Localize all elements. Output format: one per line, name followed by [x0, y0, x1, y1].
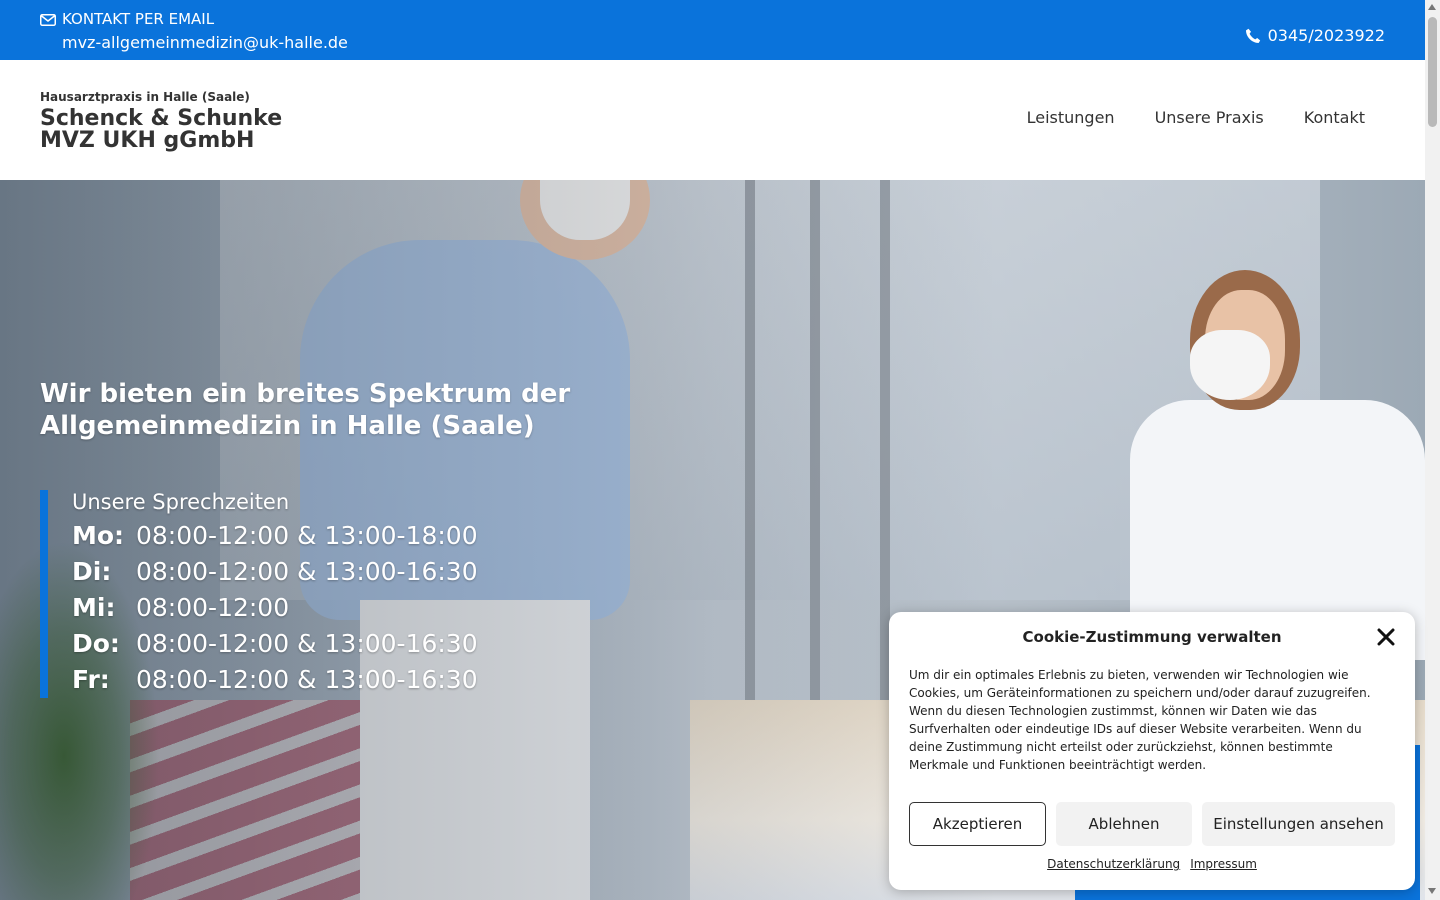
phone-number[interactable]: 0345/2023922 [1268, 26, 1385, 45]
site-logo[interactable]: Hausarztpraxis in Halle (Saale) Schenck … [40, 90, 282, 152]
hours-time: 08:00-12:00 & 13:00-16:30 [136, 665, 478, 694]
cookie-links: Datenschutzerklärung Impressum [889, 857, 1415, 871]
hours-time: 08:00-12:00 & 13:00-16:30 [136, 629, 478, 658]
email-address-link[interactable]: mvz-allgemeinmedizin@uk-halle.de [40, 31, 348, 54]
cookie-buttons: Akzeptieren Ablehnen Einstellungen anseh… [909, 802, 1395, 846]
phone-icon [1245, 28, 1260, 43]
top-contact-bar: KONTAKT PER EMAIL mvz-allgemeinmedizin@u… [0, 0, 1425, 60]
hours-row: Mi: 08:00-12:00 [72, 590, 478, 626]
opening-hours: Unsere Sprechzeiten Mo: 08:00-12:00 & 13… [40, 490, 478, 698]
phone-contact[interactable]: 0345/2023922 [1245, 26, 1385, 45]
hours-day: Mo: [72, 521, 125, 550]
imprint-link[interactable]: Impressum [1190, 857, 1257, 871]
hours-day: Di: [72, 557, 112, 586]
hours-row: Di: 08:00-12:00 & 13:00-16:30 [72, 554, 478, 590]
cookie-settings-button[interactable]: Einstellungen ansehen [1202, 802, 1395, 846]
accept-cookies-button[interactable]: Akzeptieren [909, 802, 1046, 846]
email-label: KONTAKT PER EMAIL [62, 10, 215, 28]
scroll-up-arrow-icon[interactable] [1428, 4, 1436, 10]
nav-item-kontakt[interactable]: Kontakt [1304, 108, 1365, 127]
hours-time: 08:00-12:00 [136, 593, 290, 622]
cookie-consent-dialog: Cookie-Zustimmung verwalten Um dir ein o… [889, 612, 1415, 890]
email-contact[interactable]: KONTAKT PER EMAIL mvz-allgemeinmedizin@u… [40, 8, 348, 54]
hours-day: Do: [72, 629, 120, 658]
deny-cookies-button[interactable]: Ablehnen [1056, 802, 1192, 846]
hours-time: 08:00-12:00 & 13:00-18:00 [136, 521, 478, 550]
nav-item-leistungen[interactable]: Leistungen [1027, 108, 1115, 127]
hours-time: 08:00-12:00 & 13:00-16:30 [136, 557, 478, 586]
envelope-icon [40, 13, 56, 26]
opening-hours-title: Unsere Sprechzeiten [72, 490, 290, 514]
hours-day: Fr: [72, 665, 110, 694]
main-navigation: Leistungen Unsere Praxis Kontakt [1027, 108, 1365, 127]
cookie-dialog-text: Um dir ein optimales Erlebnis zu bieten,… [909, 668, 1371, 772]
page-scrollbar[interactable] [1425, 0, 1440, 900]
close-icon[interactable] [1375, 626, 1397, 648]
hours-day: Mi: [72, 593, 116, 622]
scroll-down-arrow-icon[interactable] [1428, 888, 1436, 894]
nav-item-unsere-praxis[interactable]: Unsere Praxis [1155, 108, 1264, 127]
brand-tagline: Hausarztpraxis in Halle (Saale) [40, 90, 250, 104]
cookie-dialog-title: Cookie-Zustimmung verwalten [1022, 628, 1282, 646]
hours-row: Do: 08:00-12:00 & 13:00-16:30 [72, 626, 478, 662]
hero-headline: Wir bieten ein breites Spektrum der Allg… [40, 379, 571, 441]
hours-row: Mo: 08:00-12:00 & 13:00-18:00 [72, 518, 478, 554]
hours-row: Fr: 08:00-12:00 & 13:00-16:30 [72, 662, 478, 698]
scrollbar-thumb[interactable] [1428, 17, 1437, 127]
privacy-policy-link[interactable]: Datenschutzerklärung [1047, 857, 1180, 871]
site-header: Hausarztpraxis in Halle (Saale) Schenck … [0, 60, 1425, 180]
brand-name-line2: MVZ UKH gGmbH [40, 128, 255, 153]
brand-name-line1: Schenck & Schunke [40, 106, 283, 131]
